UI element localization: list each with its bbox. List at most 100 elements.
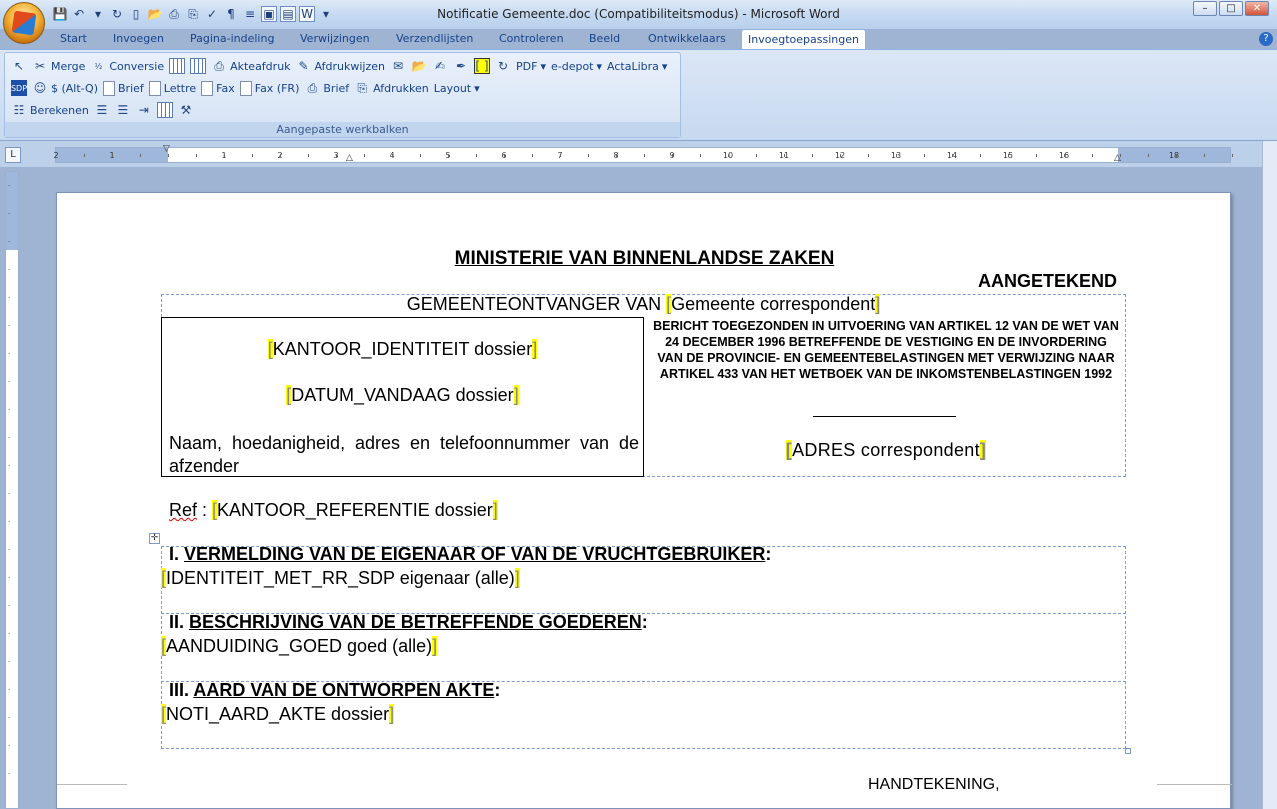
separator-line xyxy=(813,416,956,417)
table-icon[interactable] xyxy=(169,58,186,74)
vertical-ruler-tick: · xyxy=(8,322,11,330)
merge-button[interactable]: ✂ Merge xyxy=(32,58,85,74)
adres-field[interactable]: ADRES correspondent xyxy=(792,440,980,460)
outdent-list-icon[interactable]: ☰ xyxy=(115,102,131,118)
fax-fr-button[interactable]: Fax (FR) xyxy=(239,80,299,96)
office-button[interactable] xyxy=(3,2,45,44)
kantoor-identiteit-field[interactable]: KANTOOR_IDENTITEIT dossier xyxy=(273,339,532,359)
tab-invoegen[interactable]: Invoegen xyxy=(113,32,164,45)
conversie-button[interactable]: ½ Conversie xyxy=(90,58,164,74)
ruler-tick xyxy=(1232,154,1233,157)
tab-ontwikkelaars[interactable]: Ontwikkelaars xyxy=(648,32,726,45)
section-1-heading: I. VERMELDING VAN DE EIGENAAR OF VAN DE … xyxy=(169,544,772,564)
indent-arrow-icon[interactable]: ⇥ xyxy=(136,102,152,118)
minimize-button[interactable]: – xyxy=(1193,1,1217,16)
indent-list-icon[interactable]: ☰ xyxy=(94,102,110,118)
identiteit-field[interactable]: IDENTITEIT_MET_RR_SDP eigenaar (alle) xyxy=(166,568,515,588)
lettre-button[interactable]: Lettre xyxy=(148,80,196,96)
afdrukken-button[interactable]: ⎘ Afdrukken xyxy=(354,80,428,96)
refresh-icon[interactable]: ↻ xyxy=(495,58,511,74)
ref-field[interactable]: KANTOOR_REFERENTIE dossier xyxy=(217,500,493,520)
vertical-ruler-tick: · xyxy=(8,742,11,750)
vertical-ruler-tick: · xyxy=(8,294,11,302)
hanging-indent-marker[interactable]: △ xyxy=(346,153,353,163)
tools-icon[interactable]: ⚒ xyxy=(178,102,194,118)
tab-pagina-indeling[interactable]: Pagina-indeling xyxy=(190,32,274,45)
brief-button[interactable]: Brief xyxy=(103,80,144,96)
folder-icon[interactable]: 📂 xyxy=(411,58,427,74)
tab-controleren[interactable]: Controleren xyxy=(499,32,564,45)
table-resize-handle[interactable] xyxy=(1125,748,1131,754)
ruler-tick xyxy=(392,154,393,157)
layout-dropdown[interactable]: Layout ▾ xyxy=(434,82,480,95)
group-label: Aangepaste werkbalken xyxy=(5,122,680,137)
print-changes-icon: ✎ xyxy=(298,59,309,73)
conversion-icon: ½ xyxy=(94,61,103,71)
ruler-tick xyxy=(504,154,505,157)
e-depot-dropdown[interactable]: e-depot ▾ xyxy=(551,60,602,73)
vertical-scrollbar[interactable] xyxy=(1262,141,1277,809)
actalibra-dropdown[interactable]: ActaLibra ▾ xyxy=(607,60,667,73)
section-3-field-line: [NOTI_AARD_AKTE dossier] xyxy=(161,704,395,724)
tab-beeld[interactable]: Beeld xyxy=(589,32,620,45)
tab-selector[interactable]: L xyxy=(5,147,21,163)
field-bracket: ] xyxy=(875,294,881,314)
envelope-icon[interactable]: ✉ xyxy=(390,58,406,74)
brief-print-button[interactable]: ⎙ Brief xyxy=(304,80,350,96)
pen-icon[interactable]: ✒ xyxy=(453,58,469,74)
alt-q-button[interactable]: ☺ $ (Alt-Q) xyxy=(32,80,98,96)
vertical-ruler-tick: · xyxy=(8,630,11,638)
section-2-field-line: [AANDUIDING_GOED goed (alle)] xyxy=(161,636,438,656)
highlighter-icon[interactable]: ✍ xyxy=(432,58,448,74)
fax-button[interactable]: Fax xyxy=(201,80,235,96)
title-bar: 💾 ↶ ▾ ↻ ▯ 📂 ⎙ ⎘ ✓ ¶ ≡ ▣ ▤ W ▾ Notificati… xyxy=(0,0,1277,30)
aanduiding-goed-field[interactable]: AANDUIDING_GOED goed (alle) xyxy=(166,636,432,656)
ruler-tick xyxy=(1204,154,1205,157)
gemeente-field[interactable]: Gemeente correspondent xyxy=(671,294,875,314)
vertical-ruler-tick: · xyxy=(8,378,11,386)
ruler-tick xyxy=(812,154,813,157)
pdf-dropdown[interactable]: PDF ▾ xyxy=(516,60,546,73)
ruler-label: 2 xyxy=(53,151,59,160)
fax-icon xyxy=(239,80,252,96)
ruler-tick xyxy=(280,154,281,157)
ruler-tick xyxy=(784,154,785,157)
datum-vandaag-line: [DATUM_VANDAAG dossier] xyxy=(286,385,519,405)
vertical-ruler-tick: · xyxy=(8,714,11,722)
document-page[interactable]: MINISTERIE VAN BINNENLANDSE ZAKEN AANGET… xyxy=(56,192,1232,809)
cursor-icon[interactable]: ↖ xyxy=(11,58,27,74)
table-move-handle-icon[interactable]: ✛ xyxy=(149,533,160,544)
vertical-ruler-tick: · xyxy=(8,518,11,526)
vertical-ruler-tick: · xyxy=(8,770,11,778)
table-grid-icon[interactable] xyxy=(156,102,173,118)
vertical-ruler[interactable]: · · · · · · · · · · · · · · · · · · · · · · xyxy=(5,171,19,809)
first-line-indent-marker[interactable]: ▽ xyxy=(163,144,170,154)
ruler-tick xyxy=(756,154,757,157)
sdp-icon[interactable]: SDP xyxy=(11,80,27,96)
tab-verzendlijsten[interactable]: Verzendlijsten xyxy=(396,32,473,45)
help-icon[interactable]: ? xyxy=(1259,32,1273,46)
ruler-tick xyxy=(644,154,645,157)
section-3-heading: III. AARD VAN DE ONTWORPEN AKTE: xyxy=(169,680,501,700)
tab-invoegtoepassingen[interactable]: Invoegtoepassingen xyxy=(741,29,866,51)
afdrukwijzen-button[interactable]: ✎ Afdrukwijzen xyxy=(296,58,386,74)
bracket-field-icon[interactable]: [ ] xyxy=(474,58,491,74)
ruler-tick xyxy=(980,154,981,157)
adres-line: [ADRES correspondent] xyxy=(785,440,987,460)
table-2-icon[interactable] xyxy=(190,58,207,74)
ruler-bar: L 2 1 1 2 3 4 5 6 7 8 9 10 11 12 13 14 1… xyxy=(0,141,1277,167)
ruler-tick xyxy=(420,154,421,157)
handtekening-label: HANDTEKENING, xyxy=(868,776,1000,793)
printer-icon: ⎘ xyxy=(357,80,367,95)
ruler-tick xyxy=(1064,154,1065,157)
maximize-button[interactable]: □ xyxy=(1219,1,1243,16)
tab-start[interactable]: Start xyxy=(60,32,87,45)
berekenen-button[interactable]: ☷ Berekenen xyxy=(11,102,89,118)
tab-verwijzingen[interactable]: Verwijzingen xyxy=(300,32,370,45)
aard-akte-field[interactable]: NOTI_AARD_AKTE dossier xyxy=(166,704,389,724)
users-icon: ☺ xyxy=(33,81,47,95)
datum-vandaag-field[interactable]: DATUM_VANDAAG dossier xyxy=(291,385,513,405)
horizontal-ruler[interactable]: 2 1 1 2 3 4 5 6 7 8 9 10 11 12 13 14 15 … xyxy=(53,144,1233,163)
close-button[interactable]: ✕ xyxy=(1245,1,1269,16)
akteafdruk-button[interactable]: ⎙ Akteafdruk xyxy=(211,58,290,74)
